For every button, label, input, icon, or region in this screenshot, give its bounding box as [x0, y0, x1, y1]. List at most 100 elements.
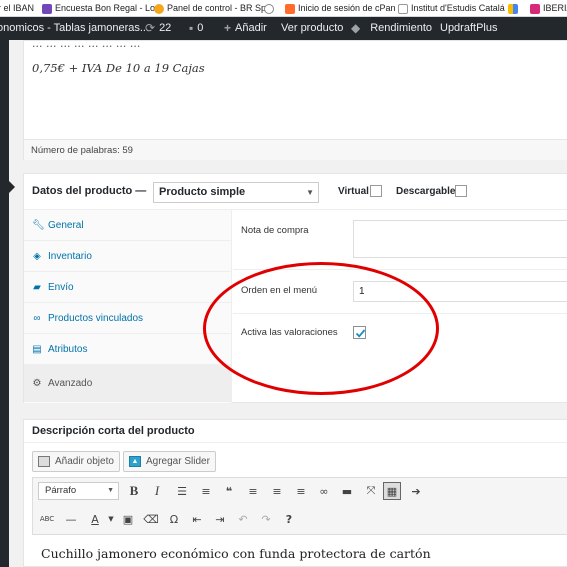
italic-button[interactable]: I — [148, 482, 166, 500]
comments-link[interactable]: ▪ 0 — [189, 17, 203, 40]
bookmark-encuesta[interactable]: Encuesta Bon Regal - Lo — [42, 0, 156, 16]
tab-general[interactable]: 🔧︎ General — [24, 210, 232, 241]
product-content-editor: ... ... ... ... ... ... ... ... 0,75€ + … — [23, 37, 567, 160]
bookmark-google-ads[interactable] — [508, 0, 518, 16]
special-character-button[interactable]: Ω — [165, 510, 183, 528]
indent-button[interactable]: ⇥ — [211, 510, 229, 528]
gear-icon: ⚙ — [32, 378, 42, 389]
insert-link-button[interactable]: ∞ — [315, 482, 333, 500]
bookmark-label: Encuesta Bon Regal - Lo — [55, 3, 156, 13]
format-select[interactable]: Párrafo ▼ — [38, 482, 119, 500]
cpanel-icon — [285, 3, 295, 14]
truck-icon: ▰ — [33, 281, 41, 293]
refresh-icon: ⟳ — [145, 21, 156, 35]
collapse-arrow-icon — [9, 181, 15, 193]
field-divider — [233, 313, 567, 314]
strikethrough-button[interactable]: ABC — [38, 510, 56, 528]
word-count: Número de palabras: 59 — [24, 139, 567, 160]
updates-count: 22 — [159, 22, 172, 34]
add-new-link[interactable]: + Añadir — [224, 17, 267, 40]
purchase-note-label: Nota de compra — [241, 225, 309, 236]
bookmark-label: Institut d'Estudis Catalá — [411, 3, 505, 13]
align-center-button[interactable]: ≡ — [268, 482, 286, 500]
bookmark-cpanel[interactable]: Inicio de sesión de cPan — [285, 0, 396, 16]
comment-icon: ▪ — [189, 21, 194, 35]
comments-count: 0 — [197, 22, 204, 34]
wrench-icon: 🔧︎ — [32, 219, 45, 231]
tab-label: Avanzado — [48, 378, 93, 389]
bookmarks-bar: r el IBAN Encuesta Bon Regal - Lo Panel … — [0, 0, 567, 17]
distraction-free-button[interactable]: ➔ — [407, 482, 425, 500]
menu-order-input[interactable]: 1 — [353, 281, 567, 302]
price-line[interactable]: 0,75€ + IVA De 10 a 19 Cajas — [32, 61, 205, 75]
blockquote-button[interactable]: ❝ — [220, 482, 238, 500]
form-icon — [42, 3, 52, 14]
document-icon — [398, 3, 408, 14]
short-description-content[interactable]: Cuchillo jamonero económico con funda pr… — [41, 546, 431, 561]
bookmark-iban[interactable]: r el IBAN — [0, 0, 34, 16]
updraft-link[interactable]: UpdraftPlus — [440, 17, 497, 40]
undo-button[interactable]: ↶ — [234, 510, 252, 528]
clear-formatting-button[interactable]: ⌫ — [142, 510, 160, 528]
fullscreen-button[interactable]: ⤧ — [362, 482, 380, 500]
format-value: Párrafo — [45, 485, 77, 496]
bookmark-history[interactable] — [264, 0, 274, 16]
bookmark-iberia[interactable]: IBERIA — [530, 0, 567, 16]
bookmark-label: Panel de control - BR Sp — [167, 3, 267, 13]
help-button[interactable]: ? — [280, 510, 298, 528]
w3tc-icon: ◆ — [351, 21, 361, 35]
joomla-icon — [154, 3, 164, 14]
bookmark-panel-control[interactable]: Panel de control - BR Sp — [154, 0, 267, 16]
plus-icon: + — [224, 21, 232, 35]
add-media-label: Añadir objeto — [55, 456, 114, 467]
add-slider-label: Agregar Slider — [146, 456, 210, 467]
purchase-note-textarea[interactable] — [353, 220, 567, 258]
chevron-down-icon[interactable]: ▼ — [102, 510, 120, 528]
view-product-link[interactable]: Ver producto — [281, 17, 343, 40]
slider-icon: ▲ — [129, 456, 141, 467]
add-media-button[interactable]: Añadir objeto — [32, 451, 120, 472]
product-data-title: Datos del producto — — [32, 185, 147, 197]
tab-label: General — [48, 219, 84, 231]
outdent-button[interactable]: ⇤ — [188, 510, 206, 528]
tab-advanced[interactable]: ⚙ Avanzado — [24, 365, 232, 402]
admin-menu-edge — [0, 40, 9, 567]
paste-text-button[interactable]: ▣ — [119, 510, 137, 528]
downloadable-checkbox[interactable] — [455, 185, 467, 197]
virtual-checkbox[interactable] — [370, 185, 382, 197]
chevron-down-icon: ▼ — [306, 188, 314, 197]
redo-button[interactable]: ↷ — [257, 510, 275, 528]
tab-label: Envío — [48, 281, 74, 293]
add-new-label: Añadir — [235, 22, 267, 34]
short-description-title: Descripción corta del producto — [32, 425, 195, 437]
product-type-value: Producto simple — [159, 186, 246, 198]
bookmark-label: IBERIA — [543, 3, 567, 13]
performance-label: Rendimiento — [370, 22, 432, 34]
tab-attributes[interactable]: ▤ Atributos — [24, 334, 232, 365]
product-data-tabs: 🔧︎ General ◈ Inventario ▰ Envío ∞ Produc… — [24, 210, 232, 403]
align-right-button[interactable]: ≡ — [292, 482, 310, 500]
table-icon: ▤ — [32, 343, 42, 355]
tab-inventory[interactable]: ◈ Inventario — [24, 241, 232, 272]
tab-label: Inventario — [48, 250, 92, 262]
enable-reviews-checkbox[interactable] — [353, 326, 366, 339]
tab-linked-products[interactable]: ∞ Productos vinculados — [24, 303, 232, 334]
short-description-box: Descripción corta del producto Añadir ob… — [23, 419, 567, 567]
divider — [24, 442, 567, 443]
add-slider-button[interactable]: ▲ Agregar Slider — [123, 451, 216, 472]
updates-link[interactable]: ⟳ 22 — [145, 17, 171, 40]
history-icon — [264, 3, 274, 14]
bullet-list-button[interactable]: ☰ — [173, 482, 191, 500]
performance-link[interactable]: ◆ Rendimiento — [351, 17, 432, 40]
horizontal-line-button[interactable]: — — [62, 510, 80, 528]
align-left-button[interactable]: ≡ — [244, 482, 262, 500]
product-data-header: Datos del producto — Producto simple ▼ V… — [24, 174, 567, 210]
bold-button[interactable]: B — [125, 482, 143, 500]
bookmark-institut[interactable]: Institut d'Estudis Catalá — [398, 0, 505, 16]
numbered-list-button[interactable]: ≡ — [197, 482, 215, 500]
read-more-button[interactable]: ▬ — [338, 482, 356, 500]
product-type-select[interactable]: Producto simple ▼ — [153, 182, 319, 203]
tab-shipping[interactable]: ▰ Envío — [24, 272, 232, 303]
toolbar-toggle-button[interactable]: ▦ — [383, 482, 401, 500]
updraft-label: UpdraftPlus — [440, 22, 498, 34]
